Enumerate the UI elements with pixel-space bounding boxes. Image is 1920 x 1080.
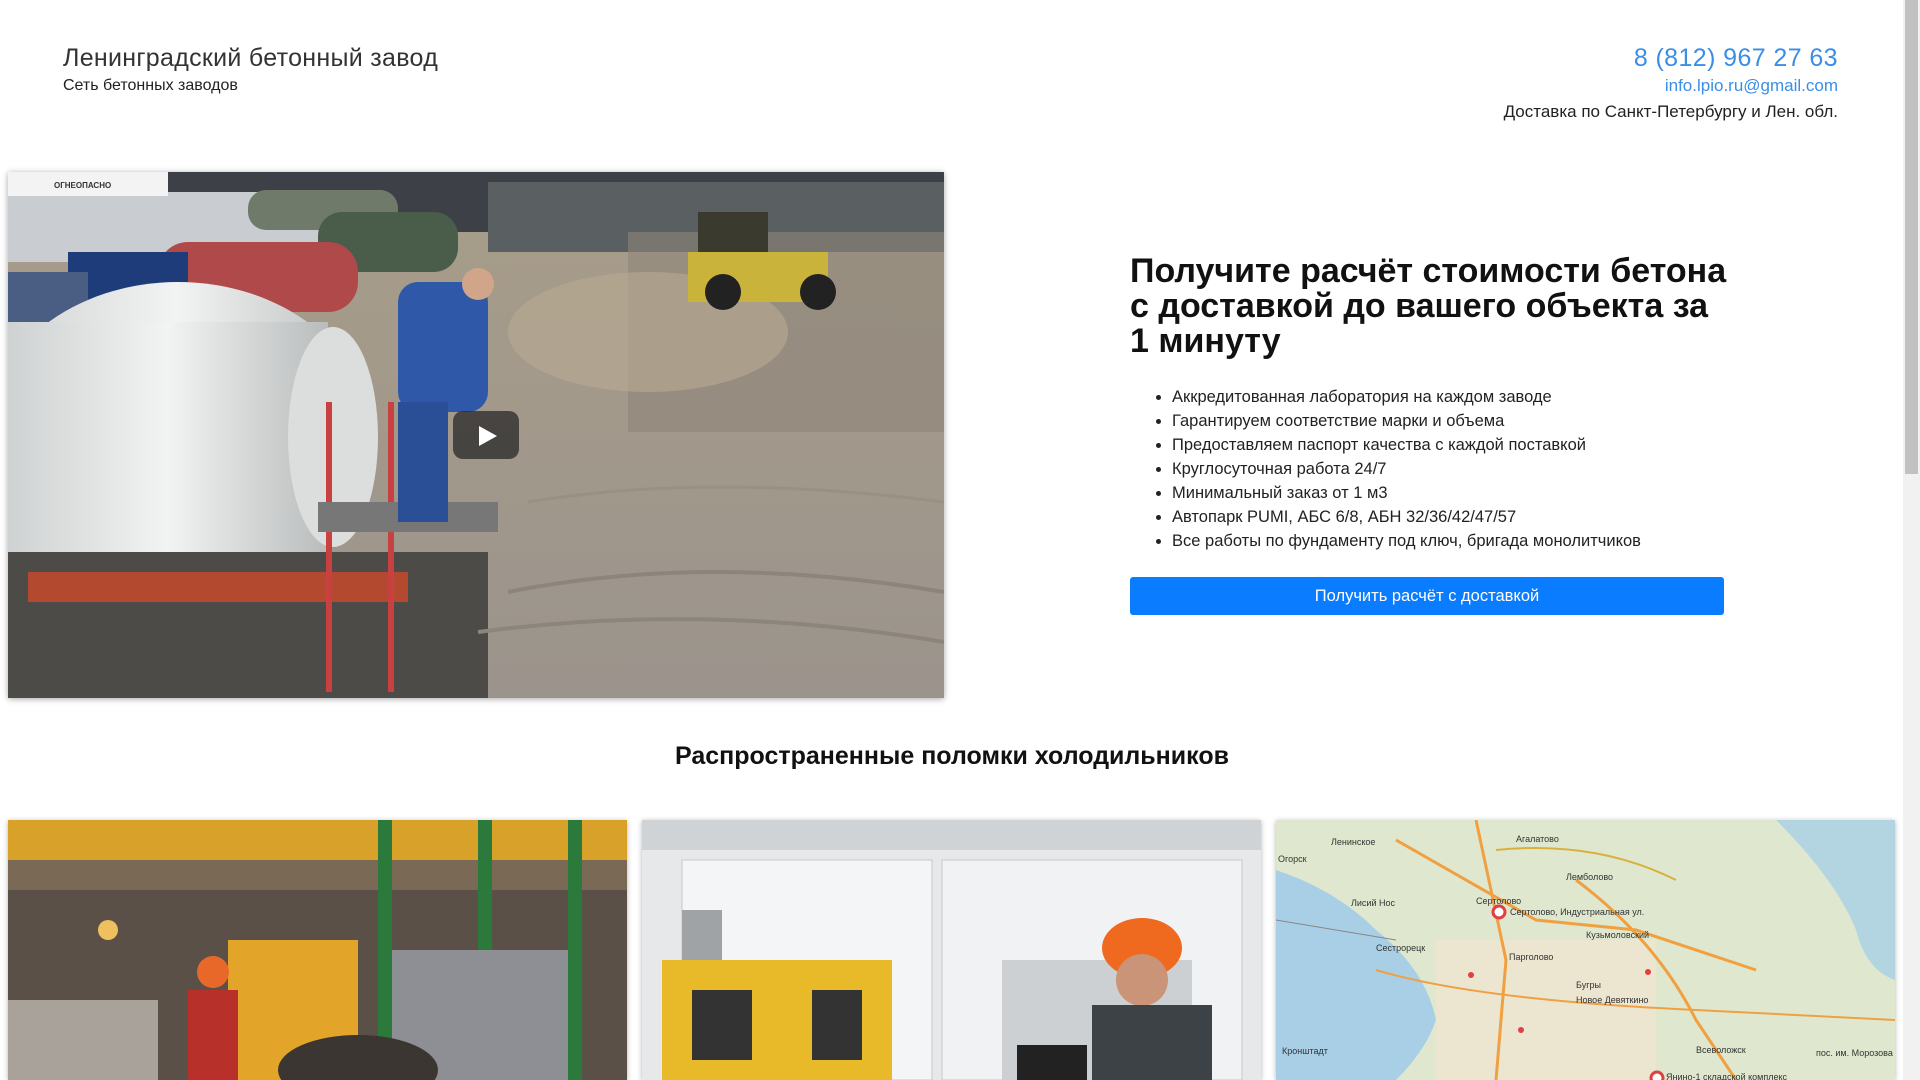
- play-icon: [479, 426, 497, 446]
- photo-card-operator[interactable]: [642, 820, 1261, 1080]
- feature-item: Круглосуточная работа 24/7: [1172, 457, 1730, 481]
- feature-item: Предоставляем паспорт качества с каждой …: [1172, 433, 1730, 457]
- delivery-info: Доставка по Санкт-Петербургу и Лен. обл.: [1503, 102, 1838, 121]
- feature-item: Автопарк PUMI, АБС 6/8, АБН 32/36/42/47/…: [1172, 505, 1730, 529]
- offer-title: Получите расчёт стоимости бетона с доста…: [1130, 252, 1727, 360]
- factory-photo: [8, 820, 627, 1080]
- map-label: Лемболово: [1566, 872, 1613, 882]
- page-scrollbar[interactable]: [1903, 0, 1920, 1080]
- map-label: Парголово: [1509, 952, 1553, 962]
- map-label: Огорск: [1278, 854, 1307, 864]
- feature-item: Аккредитованная лаборатория на каждом за…: [1172, 385, 1730, 409]
- company-tagline: Сеть бетонных заводов: [63, 77, 238, 94]
- play-button[interactable]: [453, 411, 519, 459]
- video-player[interactable]: ОГНЕОПАСНО: [8, 172, 944, 698]
- feature-item: Все работы по фундаменту под ключ, брига…: [1172, 529, 1730, 553]
- map-image: Агалатово Лемболово Огорск Ленинское Лис…: [1276, 820, 1895, 1080]
- map-label: Кронштадт: [1282, 1046, 1328, 1056]
- map-label: Сертолово: [1476, 896, 1521, 906]
- map-marker[interactable]: [1491, 904, 1507, 920]
- map-label: Новое Девяткино: [1576, 995, 1648, 1005]
- brand: Ленинградский бетонный завод Сеть бетонн…: [63, 44, 438, 95]
- map-label: Сестрорецк: [1376, 943, 1425, 953]
- operator-photo: [642, 820, 1261, 1080]
- map-label: Всеволожск: [1696, 1045, 1746, 1055]
- scrollbar-thumb[interactable]: [1905, 0, 1918, 474]
- section-title: Распространенные поломки холодильников: [675, 742, 1229, 770]
- email-link[interactable]: info.lpio.ru@gmail.com: [1504, 76, 1838, 96]
- get-quote-button[interactable]: Получить расчёт с доставкой: [1130, 577, 1724, 615]
- truck-label: ОГНЕОПАСНО: [54, 181, 111, 190]
- map-label: Кузьмоловский: [1586, 930, 1649, 940]
- map-label: Бугры: [1576, 980, 1601, 990]
- map-label: Сертолово, Индустриальная ул.: [1510, 907, 1644, 917]
- features-list: Аккредитованная лаборатория на каждом за…: [1130, 385, 1730, 553]
- phone-link[interactable]: 8 (812) 967 27 63: [1504, 44, 1838, 73]
- map-label: пос. им. Морозова: [1816, 1048, 1893, 1058]
- map-label: Янино-1 складской комплекс: [1666, 1072, 1787, 1080]
- offer-block: Получите расчёт стоимости бетона с доста…: [1130, 254, 1730, 553]
- feature-item: Минимальный заказ от 1 м3: [1172, 481, 1730, 505]
- map-label: Лисий Нос: [1351, 898, 1395, 908]
- company-name: Ленинградский бетонный завод: [63, 44, 439, 72]
- map-label: Ленинское: [1331, 837, 1375, 847]
- photo-card-factory[interactable]: [8, 820, 627, 1080]
- map-label: Агалатово: [1516, 834, 1559, 844]
- contacts: 8 (812) 967 27 63 info.lpio.ru@gmail.com…: [1504, 44, 1838, 122]
- delivery-map[interactable]: Агалатово Лемболово Огорск Ленинское Лис…: [1276, 820, 1895, 1080]
- map-marker[interactable]: [1649, 1070, 1665, 1080]
- feature-item: Гарантируем соответствие марки и объема: [1172, 409, 1730, 433]
